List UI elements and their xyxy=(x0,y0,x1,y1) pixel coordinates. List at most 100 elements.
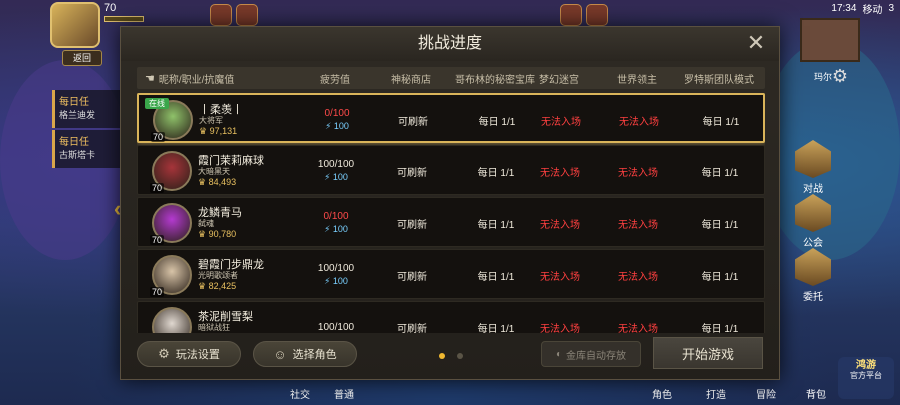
quest-title: 每日任 xyxy=(59,97,89,108)
dialog-title: 挑战进度 xyxy=(121,27,779,61)
gift-icon[interactable] xyxy=(236,4,258,26)
minimap[interactable] xyxy=(800,18,860,62)
character-row[interactable]: 70 碧霞门步鼎龙 光明歌颂者 ♛ 82,425 100/100 ⚡ 100 可… xyxy=(137,249,765,299)
start-game-button[interactable]: 开始游戏 xyxy=(653,337,763,369)
character-job: 弑魂 xyxy=(198,219,214,228)
fatigue-cell: 100/100 xyxy=(306,302,366,333)
col-lotus-raid: 罗特斯团队模式 xyxy=(684,74,754,86)
quest-desc: 格兰迪发 xyxy=(59,110,96,120)
bonus-value: 100 xyxy=(332,172,348,182)
back-button[interactable]: 返回 xyxy=(62,50,102,66)
watermark-logo: 鸿游 官方平台 xyxy=(838,357,894,399)
status-carrier: 移动 xyxy=(862,4,883,16)
daily-quest-1[interactable]: 每日任 格兰迪发 xyxy=(52,90,122,128)
character-power: ♛ 90,780 xyxy=(198,229,237,239)
status-time: 17:34 xyxy=(831,2,857,14)
character-portrait xyxy=(152,307,192,333)
nav-role[interactable]: 角色 xyxy=(652,386,672,401)
nav-normal[interactable]: 普通 xyxy=(334,386,354,401)
dialog-footer: ⚙ 玩法设置 ☺ 选择角色 ◐ 金库自动存放 开始游戏 xyxy=(121,331,779,379)
page-dot[interactable] xyxy=(457,353,463,359)
secret-shop-cell: 可刷新 xyxy=(397,219,427,231)
fatigue-cell: 0/100 ⚡ 100 xyxy=(307,95,367,145)
lotus-raid-cell: 每日 1/1 xyxy=(702,116,740,128)
menu-commission[interactable]: 委托 xyxy=(790,248,836,303)
fatigue-cell: 0/100 ⚡ 100 xyxy=(306,198,366,248)
character-power: ♛ 84,493 xyxy=(198,177,237,187)
quest-desc: 古斯塔卡 xyxy=(59,150,96,160)
nav-bag[interactable]: 背包 xyxy=(806,386,826,401)
gear-icon[interactable]: ⚙ xyxy=(832,66,848,87)
character-row[interactable]: 70 龙鳞青马 弑魂 ♛ 90,780 0/100 ⚡ 100 可刷新 每日 1… xyxy=(137,197,765,247)
vault-autosave-toggle[interactable]: ◐ 金库自动存放 xyxy=(541,341,641,367)
daily-quest-2[interactable]: 每日任 古斯塔卡 xyxy=(52,130,122,168)
page-indicator xyxy=(439,353,463,359)
nav-social[interactable]: 社交 xyxy=(290,386,310,401)
col-world-lord: 世界领主 xyxy=(617,74,657,86)
toggle-icon: ◐ xyxy=(555,348,563,360)
character-level: 70 xyxy=(150,235,165,245)
dream-maze-cell: 无法入场 xyxy=(540,219,580,231)
bonus-value: 100 xyxy=(333,121,349,131)
secret-shop-cell: 可刷新 xyxy=(398,116,428,128)
shop-icon[interactable] xyxy=(586,4,608,26)
character-row[interactable]: 在线 70 丨柔羡丨 大将军 ♛ 97,131 0/100 ⚡ 100 可刷新 … xyxy=(137,93,765,143)
menu-duel[interactable]: 对战 xyxy=(790,140,836,195)
power-value: 84,493 xyxy=(208,177,237,187)
character-list: 在线 70 丨柔羡丨 大将军 ♛ 97,131 0/100 ⚡ 100 可刷新 … xyxy=(137,93,765,333)
character-level: 70 xyxy=(150,183,165,193)
lotus-raid-cell: 每日 1/1 xyxy=(701,323,739,334)
character-level: 70 xyxy=(151,132,166,142)
exp-bar xyxy=(104,16,144,22)
character-row[interactable]: 茶泥削雪梨 暗狱战狂 100/100 可刷新 每日 1/1 无法入场 无法入场 … xyxy=(137,301,765,333)
hand-icon: ☚ xyxy=(145,72,155,85)
quest-title: 每日任 xyxy=(59,137,89,148)
online-badge: 在线 xyxy=(145,98,169,109)
character-portrait: 70 xyxy=(150,151,192,193)
bonus-fatigue: ⚡ 100 xyxy=(325,121,349,131)
col-fatigue: 疲劳值 xyxy=(320,74,350,86)
mail-icon[interactable] xyxy=(560,4,582,26)
bonus-fatigue: ⚡ 100 xyxy=(324,224,348,234)
player-level: 70 xyxy=(104,2,117,14)
menu-guild[interactable]: 公会 xyxy=(790,194,836,249)
top-icon-group xyxy=(210,4,258,26)
character-power: ♛ 82,425 xyxy=(198,281,237,291)
lotus-raid-cell: 每日 1/1 xyxy=(701,219,739,231)
gear-icon: ⚙ xyxy=(158,346,170,361)
fatigue-value: 100/100 xyxy=(317,263,355,274)
world-lord-cell: 无法入场 xyxy=(618,167,658,179)
button-label: 选择角色 xyxy=(292,349,337,361)
character-row[interactable]: 70 霞门茉莉麻球 大暗黑天 ♛ 84,493 100/100 ⚡ 100 可刷… xyxy=(137,145,765,195)
table-header: ☚ 昵称/职业/抗魔值 疲劳值 神秘商店 哥布林的秘密宝库 梦幻迷宫 世界领主 … xyxy=(137,67,765,89)
player-avatar[interactable] xyxy=(50,2,100,48)
select-role-button[interactable]: ☺ 选择角色 xyxy=(253,341,357,367)
button-label: 玩法设置 xyxy=(175,349,220,361)
bonus-fatigue: ⚡ 100 xyxy=(324,276,348,286)
close-icon[interactable]: ✕ xyxy=(745,32,767,55)
menu-label: 委托 xyxy=(803,292,823,303)
watermark-sub: 官方平台 xyxy=(850,371,882,380)
event-icon[interactable] xyxy=(210,4,232,26)
dream-maze-cell: 无法入场 xyxy=(541,116,581,128)
nav-adventure[interactable]: 冒险 xyxy=(756,386,776,401)
character-power: ♛ 97,131 xyxy=(199,126,238,136)
bonus-fatigue: ⚡ 100 xyxy=(324,172,348,182)
character-job: 大暗黑天 xyxy=(198,167,230,176)
character-job: 大将军 xyxy=(199,116,223,125)
nav-forge[interactable]: 打造 xyxy=(706,386,726,401)
world-lord-cell: 无法入场 xyxy=(618,271,658,283)
top-icon-group-right xyxy=(560,4,608,26)
secret-shop-cell: 可刷新 xyxy=(397,271,427,283)
bonus-value: 100 xyxy=(332,276,348,286)
fatigue-cell: 100/100 ⚡ 100 xyxy=(306,146,366,196)
fatigue-value: 0/100 xyxy=(323,211,349,222)
button-label: 金库自动存放 xyxy=(566,350,627,362)
watermark-text: 鸿游 xyxy=(856,360,876,371)
col-label: 昵称/职业/抗魔值 xyxy=(158,74,235,86)
dream-maze-cell: 无法入场 xyxy=(540,167,580,179)
fatigue-value: 0/100 xyxy=(324,108,350,119)
play-settings-button[interactable]: ⚙ 玩法设置 xyxy=(137,341,241,367)
challenge-progress-dialog: 挑战进度 ✕ ☚ 昵称/职业/抗魔值 疲劳值 神秘商店 哥布林的秘密宝库 梦幻迷… xyxy=(120,26,780,380)
bonus-value: 100 xyxy=(332,224,348,234)
